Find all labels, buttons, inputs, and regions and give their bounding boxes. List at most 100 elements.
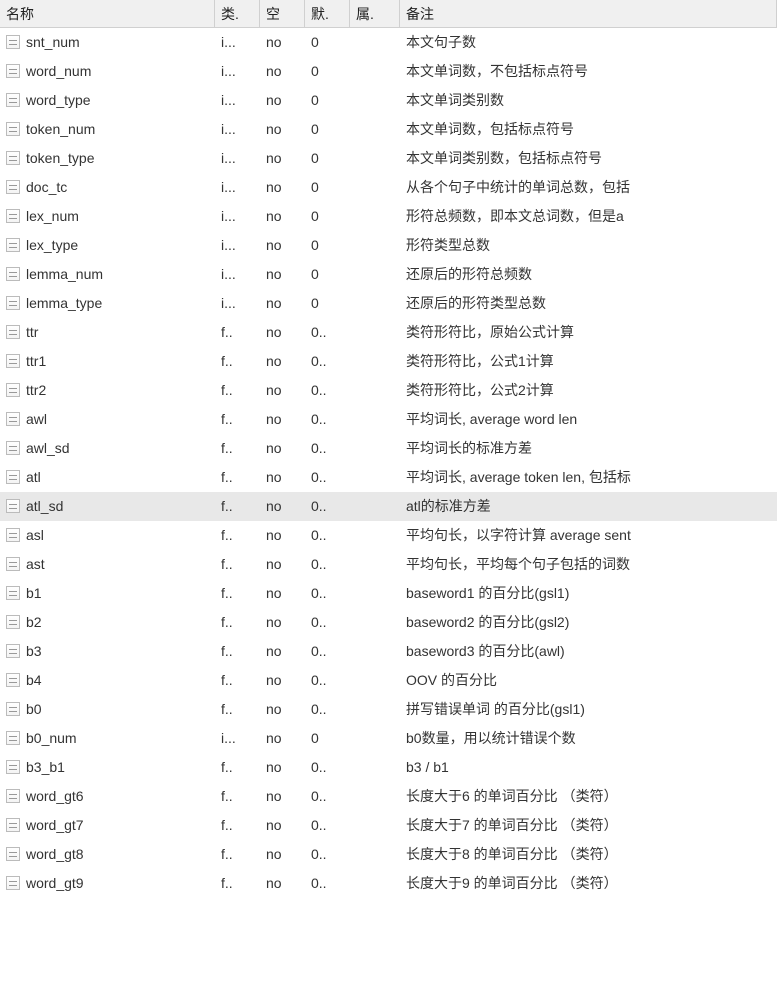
field-name-text: b1 — [26, 585, 42, 601]
cell-default: 0.. — [305, 814, 350, 836]
table-row[interactable]: b2f..no0..baseword2 的百分比(gsl2) — [0, 608, 777, 637]
header-name[interactable]: 名称 — [0, 0, 215, 28]
table-row[interactable]: word_gt7f..no0..长度大于7 的单词百分比 （类符） — [0, 811, 777, 840]
cell-default: 0 — [305, 31, 350, 53]
table-row[interactable]: lemma_typei...no0还原后的形符类型总数 — [0, 289, 777, 318]
cell-attr — [350, 677, 400, 683]
field-icon — [6, 760, 20, 774]
cell-name: awl — [0, 408, 215, 430]
field-name-text: b3_b1 — [26, 759, 65, 775]
table-row[interactable]: b1f..no0..baseword1 的百分比(gsl1) — [0, 579, 777, 608]
table-row[interactable]: word_numi...no0本文单词数，不包括标点符号 — [0, 57, 777, 86]
cell-name: snt_num — [0, 31, 215, 53]
field-name-text: b4 — [26, 672, 42, 688]
field-icon — [6, 470, 20, 484]
header-type[interactable]: 类. — [215, 0, 260, 28]
cell-default: 0.. — [305, 698, 350, 720]
table-row[interactable]: lemma_numi...no0还原后的形符总频数 — [0, 260, 777, 289]
cell-default: 0 — [305, 176, 350, 198]
cell-default: 0.. — [305, 843, 350, 865]
table-row[interactable]: astf..no0..平均句长，平均每个句子包括的词数 — [0, 550, 777, 579]
table-row[interactable]: awlf..no0..平均词长, average word len — [0, 405, 777, 434]
cell-null: no — [260, 89, 305, 111]
field-icon — [6, 499, 20, 513]
cell-default: 0 — [305, 147, 350, 169]
cell-type: f.. — [215, 350, 260, 372]
table-row[interactable]: snt_numi...no0本文句子数 — [0, 28, 777, 57]
header-default[interactable]: 默. — [305, 0, 350, 28]
cell-remark: 长度大于7 的单词百分比 （类符） — [400, 812, 777, 838]
cell-default: 0.. — [305, 321, 350, 343]
table-row[interactable]: b0f..no0..拼写错误单词 的百分比(gsl1) — [0, 695, 777, 724]
cell-attr — [350, 416, 400, 422]
field-name-text: ttr — [26, 324, 38, 340]
table-row[interactable]: ttr1f..no0..类符形符比，公式1计算 — [0, 347, 777, 376]
table-row[interactable]: atlf..no0..平均词长, average token len, 包括标 — [0, 463, 777, 492]
cell-remark: 本文单词类别数，包括标点符号 — [400, 145, 777, 171]
table-row[interactable]: awl_sdf..no0..平均词长的标准方差 — [0, 434, 777, 463]
table-row[interactable]: b0_numi...no0b0数量，用以统计错误个数 — [0, 724, 777, 753]
cell-null: no — [260, 669, 305, 691]
table-row[interactable]: b4f..no0..OOV 的百分比 — [0, 666, 777, 695]
cell-name: ast — [0, 553, 215, 575]
table-row[interactable]: token_typei...no0本文单词类别数，包括标点符号 — [0, 144, 777, 173]
cell-remark: b0数量，用以统计错误个数 — [400, 725, 777, 751]
table-row[interactable]: ttr2f..no0..类符形符比，公式2计算 — [0, 376, 777, 405]
field-name-text: doc_tc — [26, 179, 67, 195]
table-row[interactable]: word_typei...no0本文单词类别数 — [0, 86, 777, 115]
cell-attr — [350, 329, 400, 335]
field-name-text: atl_sd — [26, 498, 63, 514]
cell-type: i... — [215, 147, 260, 169]
table-row[interactable]: ttrf..no0..类符形符比，原始公式计算 — [0, 318, 777, 347]
field-icon — [6, 412, 20, 426]
cell-type: f.. — [215, 321, 260, 343]
cell-name: ttr1 — [0, 350, 215, 372]
field-icon — [6, 151, 20, 165]
table-row[interactable]: aslf..no0..平均句长，以字符计算 average sent — [0, 521, 777, 550]
cell-name: word_gt6 — [0, 785, 215, 807]
cell-remark: 长度大于8 的单词百分比 （类符） — [400, 841, 777, 867]
cell-type: i... — [215, 89, 260, 111]
table-row[interactable]: word_gt8f..no0..长度大于8 的单词百分比 （类符） — [0, 840, 777, 869]
table-row[interactable]: token_numi...no0本文单词数，包括标点符号 — [0, 115, 777, 144]
header-null[interactable]: 空 — [260, 0, 305, 28]
table-row[interactable]: b3f..no0..baseword3 的百分比(awl) — [0, 637, 777, 666]
field-name-text: b2 — [26, 614, 42, 630]
table-row[interactable]: atl_sdf..no0..atl的标准方差 — [0, 492, 777, 521]
field-name-text: ast — [26, 556, 45, 572]
table-row[interactable]: lex_numi...no0形符总频数，即本文总词数，但是a — [0, 202, 777, 231]
cell-name: b0_num — [0, 727, 215, 749]
cell-name: b3_b1 — [0, 756, 215, 778]
header-remark[interactable]: 备注 — [400, 0, 777, 28]
cell-name: b4 — [0, 669, 215, 691]
table-row[interactable]: word_gt6f..no0..长度大于6 的单词百分比 （类符） — [0, 782, 777, 811]
cell-name: b2 — [0, 611, 215, 633]
cell-type: f.. — [215, 785, 260, 807]
table-row[interactable]: lex_typei...no0形符类型总数 — [0, 231, 777, 260]
cell-name: word_type — [0, 89, 215, 111]
header-attr[interactable]: 属. — [350, 0, 400, 28]
cell-name: lemma_num — [0, 263, 215, 285]
cell-default: 0.. — [305, 756, 350, 778]
cell-default: 0 — [305, 263, 350, 285]
cell-null: no — [260, 698, 305, 720]
cell-attr — [350, 68, 400, 74]
cell-type: i... — [215, 292, 260, 314]
cell-type: f.. — [215, 524, 260, 546]
cell-attr — [350, 851, 400, 857]
cell-attr — [350, 300, 400, 306]
table-row[interactable]: doc_tci...no0从各个句子中统计的单词总数，包括 — [0, 173, 777, 202]
cell-type: f.. — [215, 872, 260, 894]
cell-remark: 还原后的形符总频数 — [400, 261, 777, 287]
field-icon — [6, 615, 20, 629]
field-name-text: atl — [26, 469, 41, 485]
cell-attr — [350, 445, 400, 451]
cell-null: no — [260, 466, 305, 488]
table-row[interactable]: word_gt9f..no0..长度大于9 的单词百分比 （类符） — [0, 869, 777, 898]
cell-null: no — [260, 118, 305, 140]
table-row[interactable]: b3_b1f..no0..b3 / b1 — [0, 753, 777, 782]
field-icon — [6, 702, 20, 716]
field-icon — [6, 876, 20, 890]
cell-attr — [350, 155, 400, 161]
cell-remark: 类符形符比，公式1计算 — [400, 348, 777, 374]
